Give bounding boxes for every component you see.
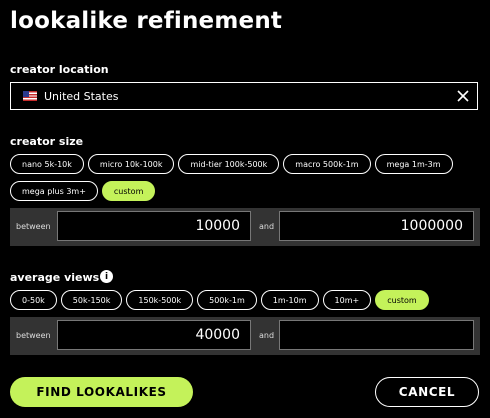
page-title: lookalike refinement [10, 8, 283, 34]
between-label: between [16, 222, 51, 231]
and-label: and [259, 331, 275, 340]
size-max-input[interactable]: 1000000 [279, 211, 474, 241]
average-views-range-panel: between 40000 and [10, 317, 480, 355]
views-min-input[interactable]: 40000 [57, 320, 251, 350]
chip-size-custom[interactable]: custom [101, 181, 156, 201]
chip-views-500k-1m[interactable]: 500k-1m [197, 290, 257, 310]
info-icon[interactable]: i [100, 270, 113, 283]
chip-views-50k-150k[interactable]: 50k-150k [60, 290, 123, 310]
chip-size-mega-plus[interactable]: mega plus 3m+ [10, 181, 98, 201]
size-min-input[interactable]: 10000 [57, 211, 251, 241]
views-max-input[interactable] [279, 320, 474, 350]
creator-location-label: creator location [10, 63, 109, 76]
creator-size-chips-row2: mega plus 3m+ custom [10, 181, 156, 201]
chip-views-0-50k[interactable]: 0-50k [10, 290, 57, 310]
creator-location-value: United States [44, 89, 119, 103]
chip-views-1m-10m[interactable]: 1m-10m [260, 290, 319, 310]
chip-size-nano[interactable]: nano 5k-10k [10, 154, 84, 174]
chip-size-mega[interactable]: mega 1m-3m [374, 154, 453, 174]
average-views-label: average views [10, 271, 100, 284]
close-icon[interactable] [455, 88, 471, 104]
us-flag-icon [23, 91, 37, 101]
chip-size-mid-tier[interactable]: mid-tier 100k-500k [178, 154, 280, 174]
creator-location-field[interactable]: United States [10, 82, 478, 110]
chip-size-macro[interactable]: macro 500k-1m [283, 154, 371, 174]
chip-views-150k-500k[interactable]: 150k-500k [126, 290, 194, 310]
average-views-chips: 0-50k 50k-150k 150k-500k 500k-1m 1m-10m … [10, 290, 429, 310]
and-label: and [259, 222, 275, 231]
cancel-button[interactable]: CANCEL [375, 377, 479, 407]
chip-views-custom[interactable]: custom [375, 290, 429, 310]
creator-size-label: creator size [10, 135, 84, 148]
chip-views-10m-plus[interactable]: 10m+ [322, 290, 372, 310]
find-lookalikes-button[interactable]: FIND LOOKALIKES [10, 377, 193, 407]
between-label: between [16, 331, 51, 340]
creator-size-range-panel: between 10000 and 1000000 [10, 208, 480, 246]
creator-size-chips-row1: nano 5k-10k micro 10k-100k mid-tier 100k… [10, 154, 453, 174]
chip-size-micro[interactable]: micro 10k-100k [87, 154, 175, 174]
